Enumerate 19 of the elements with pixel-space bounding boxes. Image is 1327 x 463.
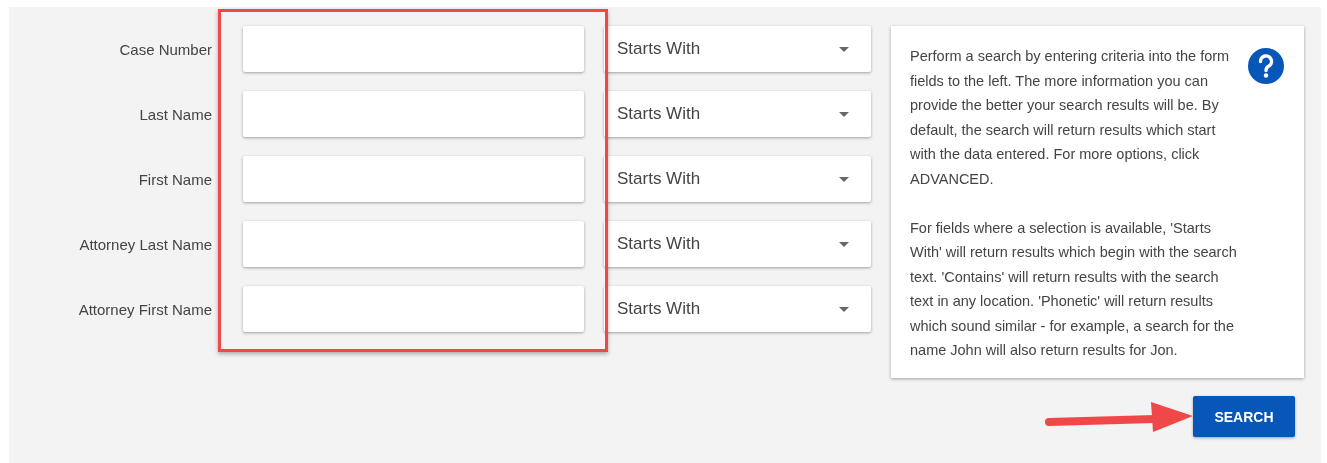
input-field[interactable] <box>243 91 584 137</box>
field-label: First Name <box>137 170 212 188</box>
caret-icon <box>839 241 849 247</box>
input-field[interactable] <box>243 156 584 202</box>
field-label: Attorney Last Name <box>78 235 212 253</box>
help-text: Perform a search by entering criteria into the form fields to the left. The more information you can provide the better your search results will be. By default, the search will return results which start with the data entered. For more options, click ADVANCED. <box>910 47 1231 189</box>
search-button[interactable]: SEARCH <box>1193 396 1295 437</box>
caret-icon <box>839 306 849 312</box>
help-text: For fields where a selection is available, 'Starts With' will return results which begin with the search text. 'Contains' will return results with the search text in any location. 'Phonetic' will return results which sound similar - for example, a search for the name John will also return results for Jon. <box>910 218 1238 360</box>
input-field[interactable] <box>243 221 584 267</box>
caret-icon <box>839 46 849 52</box>
input-field[interactable] <box>243 26 584 72</box>
field-label: Last Name <box>138 105 212 123</box>
field-label: Case Number <box>118 40 212 58</box>
input-field[interactable] <box>243 286 584 332</box>
caret-icon <box>839 176 849 182</box>
field-label: Attorney First Name <box>77 300 212 318</box>
help-icon <box>1248 48 1284 84</box>
caret-icon <box>839 111 849 117</box>
